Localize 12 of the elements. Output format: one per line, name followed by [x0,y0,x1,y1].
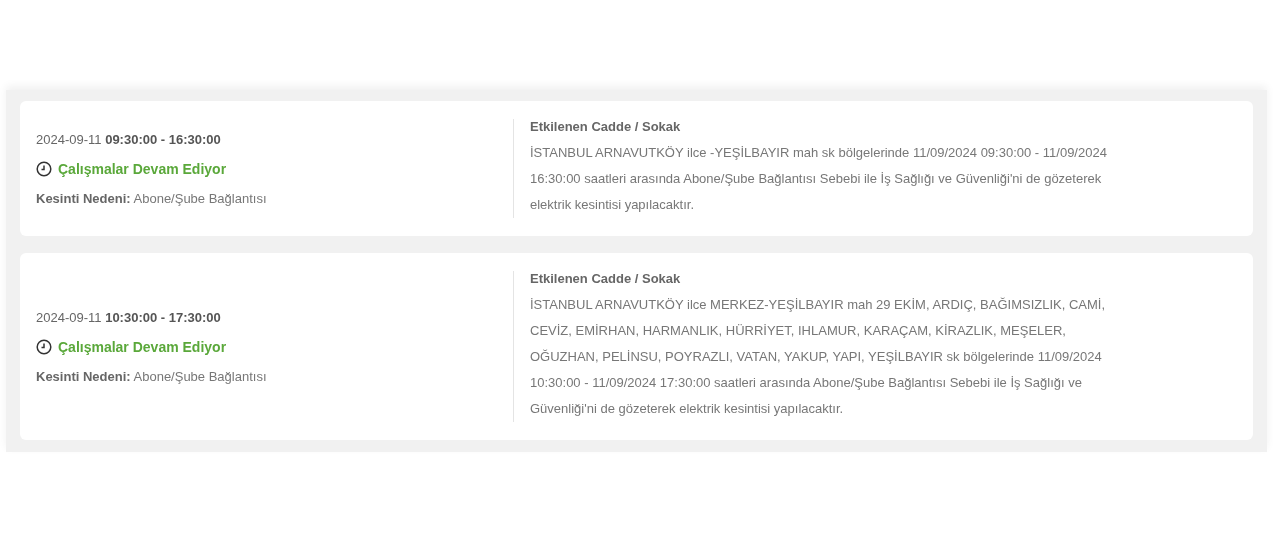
outage-reason: Kesinti Nedeni: Abone/Şube Bağlantısı [36,190,268,206]
outage-description: İSTANBUL ARNAVUTKÖY ilce -YEŞİLBAYIR mah sk bölgelerinde 11/09/2024 09:30:00 - 11/09/2024 16:30:00 saatleri arasında Abone/Şube Bağlantısı Sebebi ile İş Sağlığı ve Güvenliği'ni de gözeterek elektrik kesintisi yapılacaktır. [530,144,1108,214]
clock-icon [36,160,52,177]
affected-streets-heading: Etkilenen Cadde / Sokak [530,119,682,134]
affected-streets-heading: Etkilenen Cadde / Sokak [530,271,682,286]
status-text: Çalışmalar Devam Ediyor [58,160,227,177]
clock-icon [36,338,52,355]
outage-date-time: 2024-09-11 10:30:00 - 17:30:00 [36,309,222,325]
outage-date-time: 2024-09-11 09:30:00 - 16:30:00 [36,131,222,147]
outage-description: İSTANBUL ARNAVUTKÖY ilce MERKEZ-YEŞİLBAYIR mah 29 EKİM, ARDIÇ, BAĞIMSIZLIK, CAMİ, CEVİZ, EMİRHAN, HARMANLIK, HÜRRİYET, IHLAMUR, KARAÇAM, KİRAZLIK, MEŞELER, OĞUZHAN, PELİNSU, POYRAZLI, VATAN, YAKUP, YAPI, YEŞİLBAYIR sk bölgelerinde 11/09/2024 10:30:00 - 11/09/2024 17:30:00 saatleri arasında Abone/Şube Bağlantısı Sebebi ile İş Sağlığı ve Güvenliği'ni de gözeterek elektrik kesintisi yapılacaktır. [530,296,1107,418]
outage-reason: Kesinti Nedeni: Abone/Şube Bağlantısı [36,368,268,384]
status-text: Çalışmalar Devam Ediyor [58,338,227,355]
